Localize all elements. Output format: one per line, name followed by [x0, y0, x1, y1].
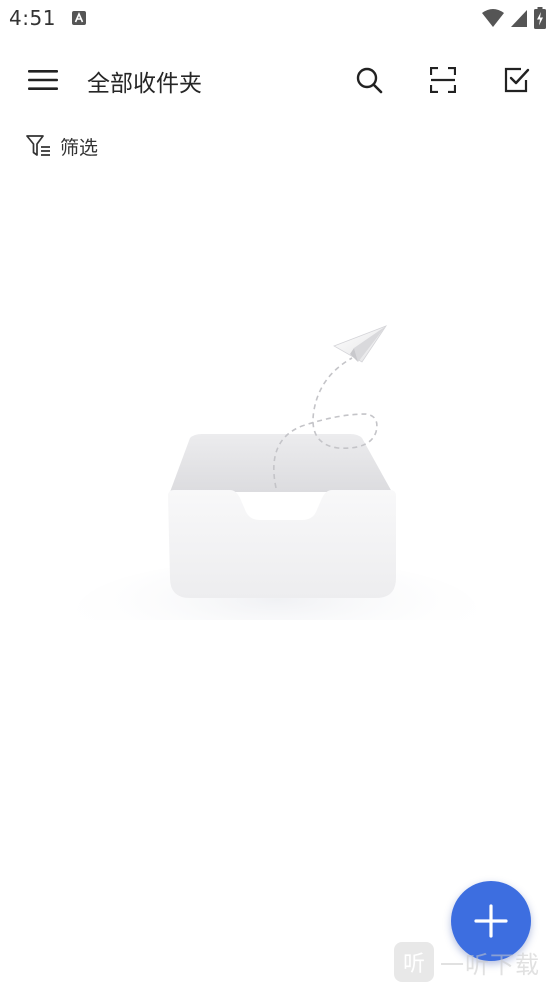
- status-bar: 4:51: [0, 0, 554, 38]
- wifi-icon: [482, 9, 504, 27]
- battery-charging-icon: [534, 7, 546, 29]
- scan-button[interactable]: [423, 60, 463, 100]
- watermark-text: 一听下载: [440, 950, 540, 979]
- cell-signal-icon: [511, 10, 527, 27]
- watermark-logo-char: 听: [402, 952, 425, 977]
- multi-select-button[interactable]: [497, 60, 537, 100]
- filter-label: 筛选: [60, 136, 99, 159]
- status-time: 4:51: [9, 6, 56, 30]
- empty-inbox-illustration: [77, 325, 477, 620]
- watermark: 听 一听下载: [394, 940, 540, 984]
- page-title: 全部收件夹: [87, 71, 202, 97]
- a-notification-icon: [72, 11, 86, 25]
- filter-button[interactable]: 筛选: [26, 131, 98, 161]
- checkbox-select-icon: [504, 67, 530, 93]
- plus-icon: [474, 904, 508, 938]
- watermark-logo: 听: [394, 942, 434, 982]
- search-icon: [356, 67, 383, 94]
- app-bar: 全部收件夹: [0, 50, 554, 110]
- menu-button[interactable]: [22, 60, 64, 100]
- hamburger-menu-icon: [28, 70, 58, 90]
- status-icons: [482, 7, 546, 29]
- search-button[interactable]: [349, 60, 389, 100]
- filter-icon: [26, 135, 50, 156]
- scan-icon: [430, 67, 456, 93]
